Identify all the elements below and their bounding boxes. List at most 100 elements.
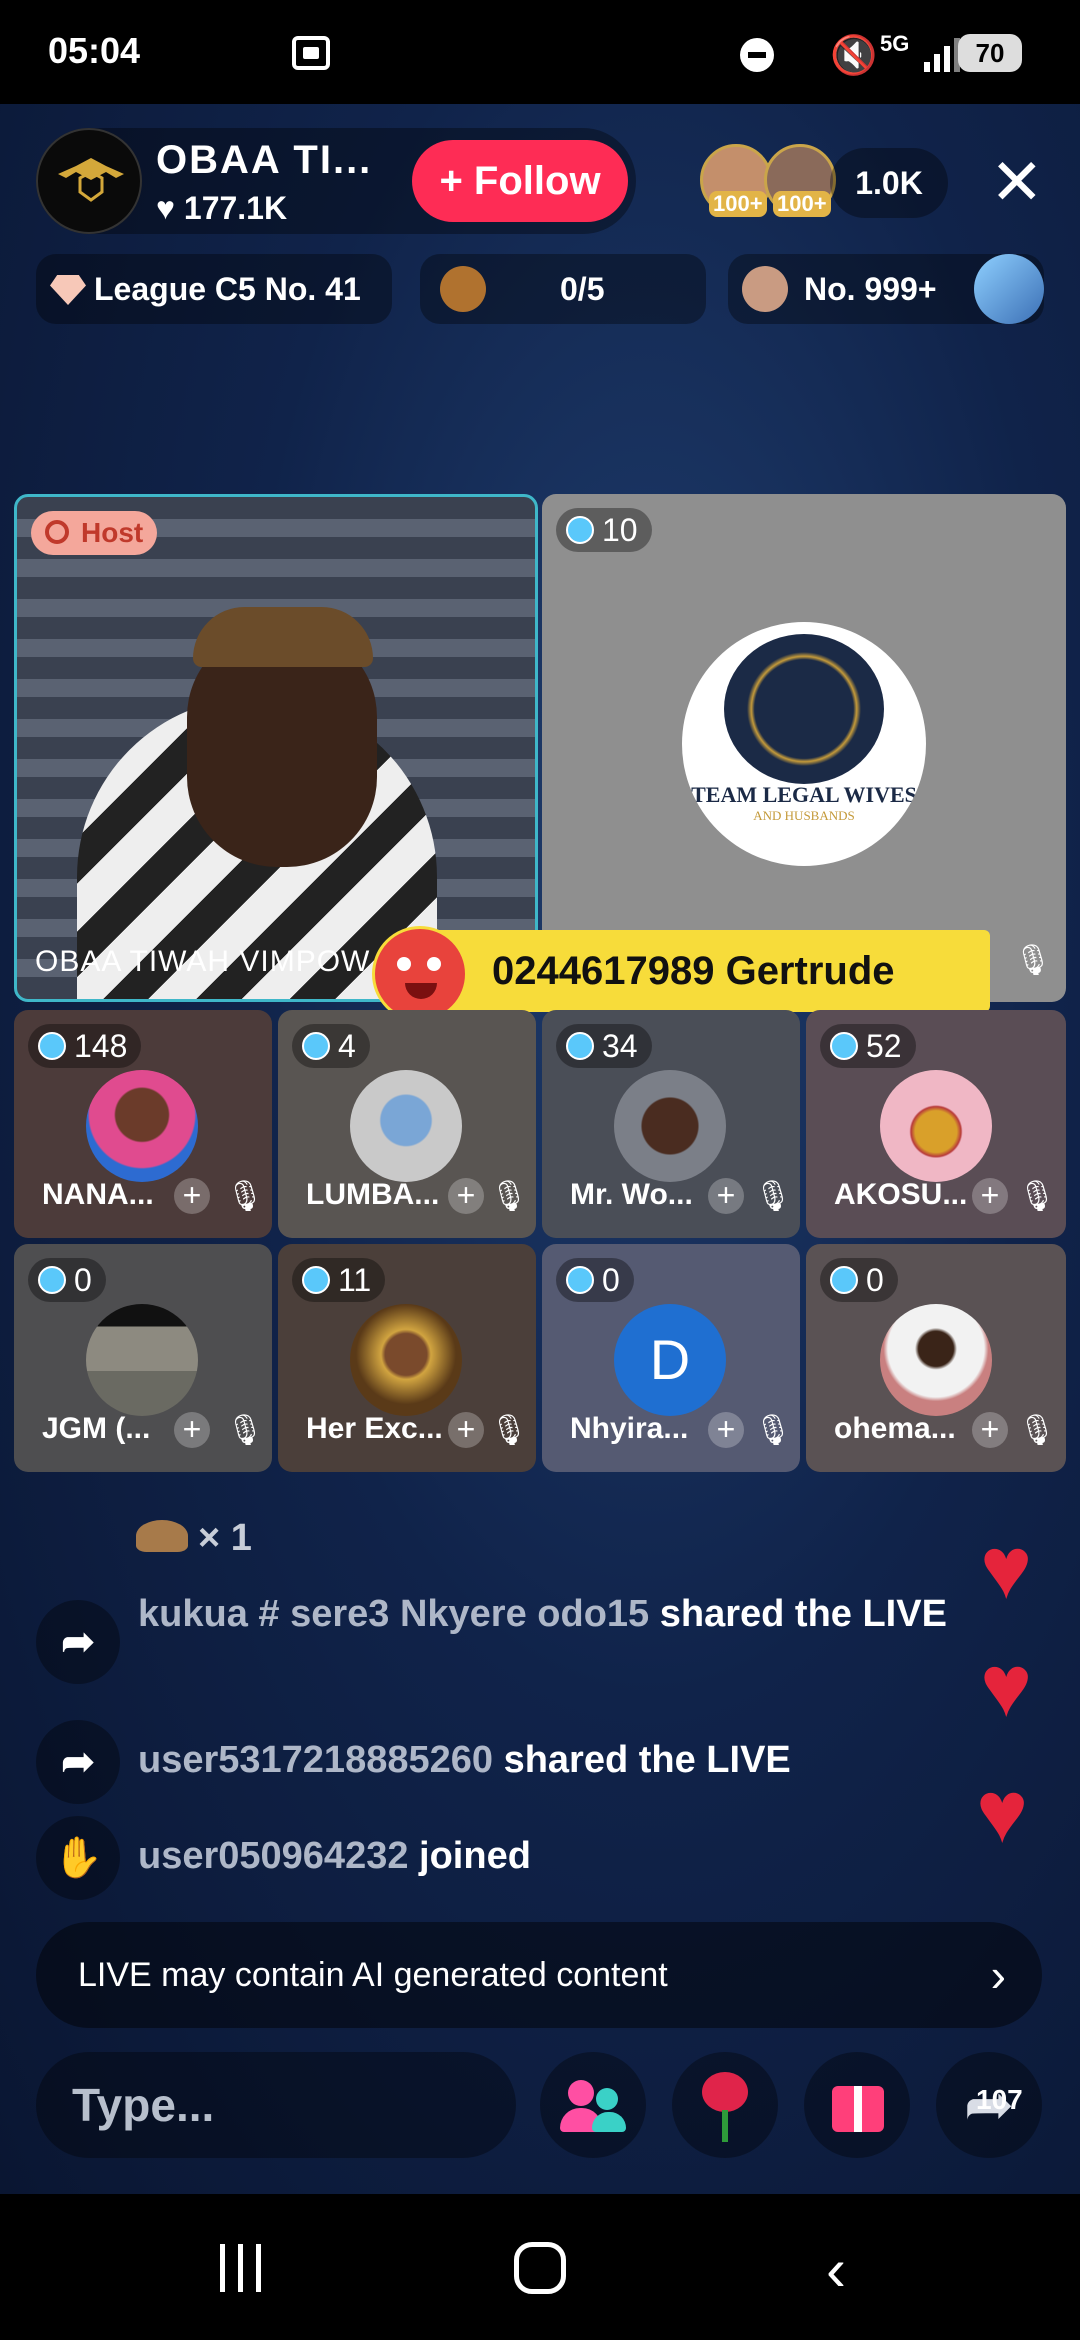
host-tag-label: Host [81, 517, 144, 548]
back-icon[interactable]: ‹ [826, 2240, 846, 2300]
add-icon[interactable]: + [708, 1178, 744, 1214]
add-icon[interactable]: + [708, 1412, 744, 1448]
guest-score: 0 [602, 1262, 620, 1298]
mascot-icon [372, 926, 468, 1022]
team-legal-wives-logo: TEAM LEGAL WIVES AND HUSBANDS [682, 622, 926, 866]
status-time: 05:04 [48, 30, 141, 71]
rank-pill[interactable]: No. 999+ [728, 254, 1044, 324]
comment-input[interactable]: Type... [36, 2052, 516, 2158]
guest-score-tag: 0 [556, 1258, 634, 1302]
top-viewer-avatar[interactable]: 100+ [764, 144, 836, 217]
share-icon: ➦ [36, 1600, 120, 1684]
gem-icon [302, 1032, 330, 1060]
guest-tile[interactable]: 34 Mr. Wo... + 🎙 [542, 1010, 800, 1238]
gem-icon [566, 516, 594, 544]
guest-avatar [86, 1070, 198, 1182]
pinned-banner-text: 0244617989 Gertrude [492, 949, 895, 993]
guest-name: Mr. Wo... [570, 1178, 693, 1211]
guest-score-tag: 10 [556, 508, 652, 552]
guest-name: AKOSU... [834, 1178, 968, 1211]
guest-score-tag: 4 [292, 1024, 370, 1068]
top-viewer-avatar[interactable]: 100+ [700, 144, 772, 217]
guest-tile[interactable]: 0 ohema... + 🎙 [806, 1244, 1066, 1472]
gem-icon [302, 1266, 330, 1294]
lion-icon [440, 266, 486, 312]
add-icon[interactable]: + [448, 1178, 484, 1214]
rose-gift-button[interactable] [672, 2052, 778, 2158]
guest-tile[interactable]: 11 Her Exc... + 🎙 [278, 1244, 536, 1472]
ai-content-banner[interactable]: LIVE may contain AI generated content › [36, 1922, 1042, 2028]
mic-off-icon: 🎙 [226, 1180, 265, 1213]
decoration-icon [974, 254, 1044, 324]
guest-tile[interactable]: 4 LUMBA... + 🎙 [278, 1010, 536, 1238]
guest-main-tile[interactable]: 10 TEAM LEGAL WIVES AND HUSBANDS 🎙 [542, 494, 1066, 1002]
league-pill[interactable]: League C5 No. 41 [36, 254, 392, 324]
share-icon: ➦ [36, 1720, 120, 1804]
guest-avatar: D [614, 1304, 726, 1416]
mic-off-icon: 🎙 [754, 1180, 793, 1213]
guests-button[interactable] [540, 2052, 646, 2158]
host-headwrap [193, 607, 373, 667]
add-icon[interactable]: + [972, 1412, 1008, 1448]
follow-button[interactable]: + Follow [412, 140, 628, 222]
people-icon [568, 2080, 594, 2106]
logo-text: TEAM LEGAL WIVES [691, 782, 917, 807]
guest-score-tag: 0 [820, 1258, 898, 1302]
guest-name: JGM (... [42, 1412, 151, 1445]
guest-score: 52 [866, 1028, 902, 1064]
screenshot-icon [292, 36, 330, 70]
gem-icon [38, 1266, 66, 1294]
cowboy-hat-icon [136, 1520, 188, 1552]
chat-action: shared the LIVE [493, 1739, 791, 1781]
chat-message: ➦ user5317218885260 shared the LIVE [36, 1720, 976, 1810]
alarm-icon [45, 520, 69, 544]
likes-value: 177.1K [183, 190, 288, 226]
home-icon[interactable] [514, 2242, 566, 2294]
add-icon[interactable]: + [972, 1178, 1008, 1214]
do-not-disturb-icon [740, 38, 774, 72]
host-card[interactable]: OBAA TI... ♥ 177.1K + Follow [36, 128, 636, 234]
pinned-banner[interactable]: 0244617989 Gertrude [430, 930, 990, 1012]
host-video-tile[interactable]: Host OBAA TIWAH VIMPOW [14, 494, 538, 1002]
add-icon[interactable]: + [448, 1412, 484, 1448]
system-nav-bar: ‹ [0, 2194, 1080, 2340]
top-viewers[interactable]: 100+ 100+ 1.0K [700, 144, 950, 224]
signal-icon [918, 34, 960, 72]
guest-score: 34 [602, 1028, 638, 1064]
mic-off-icon: 🎙 [490, 1180, 529, 1213]
gift-button[interactable] [804, 2052, 910, 2158]
guest-score-tag: 11 [292, 1258, 386, 1302]
guest-tile[interactable]: 148 NANA... + 🎙 [14, 1010, 272, 1238]
guest-avatar [350, 1304, 462, 1416]
heart-icon: ♥ [976, 1762, 1029, 1861]
rank-badge: 100+ [709, 191, 767, 217]
status-bar: 05:04 🔇 5G 70 [0, 0, 1080, 104]
add-icon[interactable]: + [174, 1178, 210, 1214]
guest-avatar [614, 1070, 726, 1182]
guest-tile[interactable]: 52 AKOSU... + 🎙 [806, 1010, 1066, 1238]
share-button[interactable]: ➦ 107 [936, 2052, 1042, 2158]
viewer-count[interactable]: 1.0K [830, 148, 948, 218]
host-avatar[interactable] [36, 128, 142, 234]
goal-pill[interactable]: 0/5 [420, 254, 706, 324]
guest-score: 10 [602, 512, 638, 548]
rank-badge: 100+ [773, 191, 831, 217]
guest-tile[interactable]: 0 D Nhyira... + 🎙 [542, 1244, 800, 1472]
close-icon[interactable]: ✕ [990, 150, 1044, 214]
ranker-avatar [742, 266, 788, 312]
recent-apps-icon[interactable] [216, 2244, 266, 2294]
mic-off-icon: 🎙 [754, 1414, 793, 1447]
chat-username[interactable]: user5317218885260 [138, 1739, 493, 1781]
guest-score-tag: 34 [556, 1024, 652, 1068]
ai-content-text: LIVE may contain AI generated content [78, 1956, 668, 1994]
chat-username[interactable]: kukua # sere3 Nkyere odo15 [138, 1593, 649, 1635]
chat-gift-row: × 1 [36, 1512, 976, 1572]
likes-count: ♥ 177.1K [156, 190, 287, 227]
heart-icon: ♥ [980, 1636, 1033, 1735]
rose-icon [702, 2072, 748, 2112]
mute-icon: 🔇 [830, 35, 878, 77]
heart-icon: ♥ [156, 190, 184, 226]
add-icon[interactable]: + [174, 1412, 210, 1448]
chat-username[interactable]: user050964232 [138, 1835, 408, 1877]
guest-tile[interactable]: 0 JGM (... + 🎙 [14, 1244, 272, 1472]
